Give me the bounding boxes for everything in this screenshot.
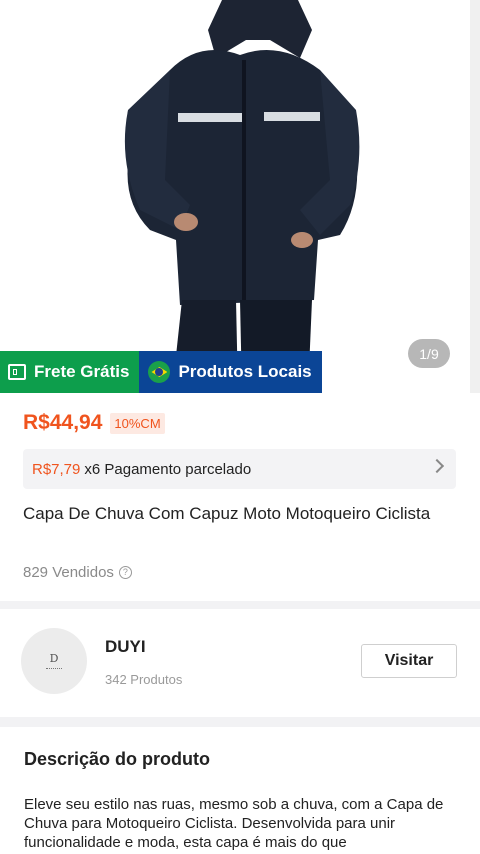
shipping-icon [8,364,26,380]
store-card: D DUYI 342 Produtos Visitar [0,609,480,717]
chevron-right-icon [429,458,445,474]
installment-row[interactable]: R$7,79 x6 Pagamento parcelado [23,449,456,489]
product-photo [0,0,480,393]
sold-count: 829 Vendidos ? [23,564,132,581]
description-section: Descrição do produto Eleve seu estilo na… [0,727,480,854]
store-name: DUYI [105,637,146,656]
discount-badge: 10%CM [110,412,165,434]
store-avatar-divider [46,667,62,671]
store-product-count: 342 Produtos [105,672,183,687]
description-text: Eleve seu estilo nas ruas, mesmo sob a c… [24,796,444,851]
free-shipping-tag: Frete Grátis [0,351,140,393]
help-icon[interactable]: ? [118,566,132,579]
product-title: Capa De Chuva Com Capuz Moto Motoqueiro … [23,504,431,523]
local-products-tag: Produtos Locais [139,351,322,393]
product-price: R$44,94 [23,411,103,434]
product-info-card: R$44,94 10%CM R$7,79 x6 Pagamento parcel… [0,393,480,601]
visit-store-button[interactable]: Visitar [361,644,457,678]
product-tags: Frete Grátis Produtos Locais [0,351,322,393]
brazil-flag-icon [148,361,171,383]
sold-label: 829 Vendidos [23,564,114,581]
store-avatar-letter: D [49,651,59,665]
description-heading: Descrição do produto [24,749,211,769]
installment-amount: R$7,79 [32,460,81,478]
product-image-gallery[interactable]: 1/9 [0,0,480,393]
free-shipping-label: Frete Grátis [34,362,130,381]
image-counter: 1/9 [408,339,450,368]
price-row: R$44,94 10%CM [23,411,165,435]
store-avatar[interactable]: D [21,628,87,694]
local-products-label: Produtos Locais [178,362,312,381]
installment-text: x6 Pagamento parcelado [84,460,252,478]
